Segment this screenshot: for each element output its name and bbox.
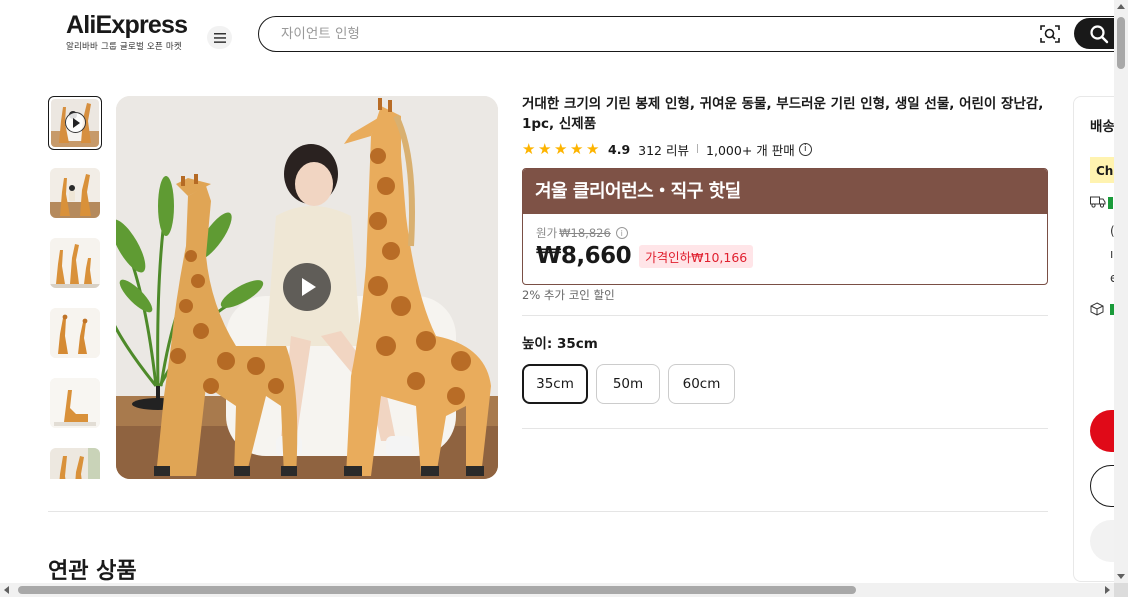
price-row: ₩8,660 가격인하₩10,166 [536,243,754,269]
main-product-image[interactable] [116,96,498,479]
search-bar [258,16,1128,52]
vertical-scrollbar[interactable] [1114,0,1128,597]
thumbnail-6[interactable] [50,448,100,479]
info-icon[interactable]: i [798,142,812,156]
thumbnail-5[interactable] [50,378,100,428]
divider [522,315,1048,316]
search-icon [1090,25,1109,44]
scrollbar-corner [1114,583,1128,597]
star-icon: ★ [554,140,568,158]
price-info-icon[interactable]: i [615,227,628,239]
package-icon [1090,302,1104,320]
promo-banner: 겨울 클리어런스・직구 핫딜 [523,169,1047,214]
video-play-button[interactable] [283,263,331,311]
thumbnail-3[interactable] [50,238,100,288]
thumbnail-video-image [51,99,99,147]
thumbnail-video[interactable] [48,96,102,150]
rating-value: 4.9 [608,141,631,157]
shipping-detail-2: ı [1110,247,1114,261]
price-box: 겨울 클리어런스・직구 핫딜 원가 ₩18,826 i ₩8,660 가격인하₩… [522,168,1048,285]
rating-stars: ★ ★ ★ ★ ★ [522,140,600,158]
thumbnail-4[interactable] [50,308,100,358]
star-icon: ★ [570,140,584,158]
original-price-label: 원가 [536,226,558,240]
giraffe-thumbnail-image [50,448,100,479]
giraffe-thumbnail-image [50,168,100,218]
product-title: 거대한 크기의 기린 봉제 인형, 귀여운 동물, 부드러운 기린 인형, 생일… [522,96,1044,132]
sold-count: 1,000+ 개 판매 [706,142,795,158]
horizontal-scroll-thumb[interactable] [18,586,856,594]
logo-subtitle: 알리바바 그룹 글로벌 오픈 마켓 [66,42,182,52]
variant-label: 높이: 35cm [522,336,598,352]
scroll-down-arrow[interactable] [1117,574,1125,579]
menu-button[interactable] [207,26,232,49]
shipping-title: 배송 [1090,119,1115,135]
image-search-button[interactable] [1039,24,1061,44]
play-icon [65,112,86,133]
vertical-scroll-thumb[interactable] [1117,17,1125,69]
giraffe-thumbnail-image [50,238,100,288]
search-input[interactable] [281,17,981,50]
thumbnail-2[interactable] [50,168,100,218]
review-count-link[interactable]: 312 리뷰 [638,140,689,159]
scroll-left-arrow[interactable] [4,586,9,594]
discount-badge: 가격인하₩10,166 [639,244,754,268]
star-icon: ★ [586,140,600,158]
separator: | [696,144,700,154]
variant-option-60cm[interactable]: 60cm [668,364,735,404]
top-header: AliExpress 알리바바 그룹 글로벌 오픈 마켓 [0,0,1128,66]
divider [522,428,1048,429]
giraffe-thumbnail-image [50,378,100,428]
variant-option-50m[interactable]: 50m [596,364,660,404]
shipping-highlight [1108,197,1113,209]
camera-search-icon [1040,25,1060,43]
thumbnail-list [48,96,102,479]
variant-option-35cm[interactable]: 35cm [522,364,588,404]
star-icon: ★ [522,140,536,158]
logo-text: AliExpress [66,11,188,39]
section-divider [48,511,1048,512]
choice-label: Ch [1096,164,1114,178]
original-price: ₩18,826 [559,226,611,240]
aliexpress-logo[interactable]: AliExpress 알리바바 그룹 글로벌 오픈 마켓 [66,10,188,52]
current-price: ₩8,660 [536,243,632,269]
original-price-row: 원가 ₩18,826 i [536,225,628,241]
variant-options: 35cm 50m 60cm [522,364,735,404]
coin-discount-note: 2% 추가 코인 할인 [522,288,615,302]
horizontal-scrollbar[interactable] [0,583,1114,597]
scroll-up-arrow[interactable] [1117,4,1125,9]
scroll-right-arrow[interactable] [1105,586,1110,594]
truck-icon [1090,196,1106,212]
giraffe-thumbnail-image [50,308,100,358]
related-products-title: 연관 상품 [48,559,137,584]
star-icon: ★ [538,140,552,158]
hamburger-icon [213,32,226,43]
rating-row: ★ ★ ★ ★ ★ 4.9 312 리뷰 | 1,000+ 개 판매 i [522,140,812,158]
